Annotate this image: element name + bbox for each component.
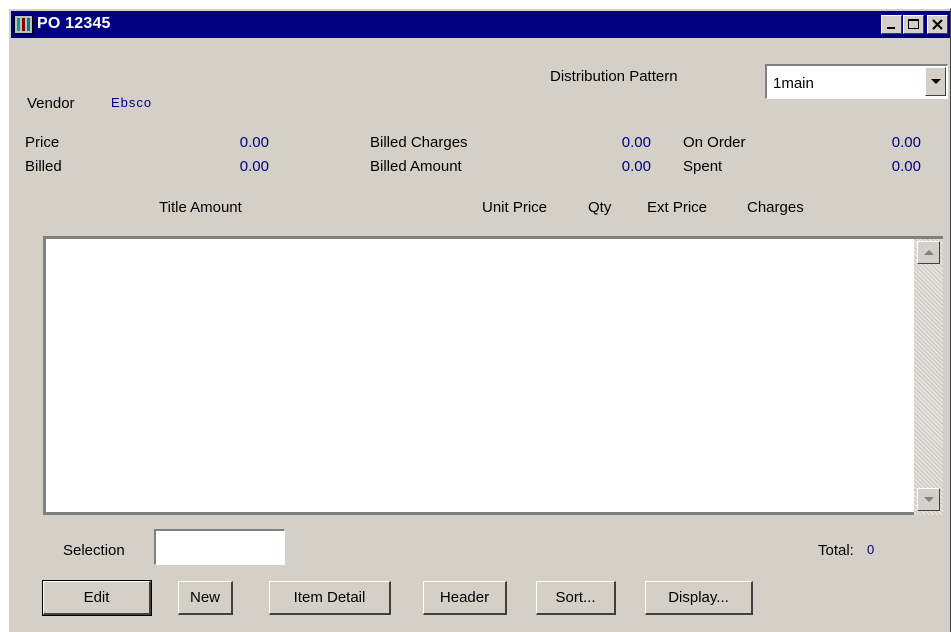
billed-amount-value: 0.00 <box>621 158 651 175</box>
billed-charges-label: Billed Charges <box>370 134 468 151</box>
billed-charges-value: 0.00 <box>621 134 651 151</box>
selection-label: Selection <box>63 542 125 559</box>
column-header-unit-price[interactable]: Unit Price <box>482 199 547 216</box>
po-window: PO 12345 Vendor Ebsco Distribution Patte… <box>8 8 951 632</box>
scroll-down-icon <box>924 497 934 502</box>
minimize-button[interactable] <box>881 15 902 34</box>
line-items-list[interactable] <box>43 236 943 515</box>
price-label: Price <box>25 134 60 151</box>
maximize-icon <box>908 19 919 29</box>
scroll-down-button[interactable] <box>917 488 940 511</box>
vendor-value: Ebsco <box>111 95 153 110</box>
vertical-scrollbar[interactable] <box>914 239 943 515</box>
total-value: 0 <box>867 542 875 557</box>
billed-value: 0.00 <box>239 158 269 175</box>
column-header-ext-price[interactable]: Ext Price <box>647 199 707 216</box>
distribution-pattern-select[interactable]: 1main <box>765 64 948 99</box>
window-title: PO 12345 <box>37 15 111 32</box>
spent-label: Spent <box>683 158 723 175</box>
sort-button[interactable]: Sort... <box>536 581 616 615</box>
billed-amount-label: Billed Amount <box>370 158 462 175</box>
column-header-charges[interactable]: Charges <box>747 199 804 216</box>
close-icon <box>932 19 943 30</box>
total-label: Total: <box>818 542 854 559</box>
display-button[interactable]: Display... <box>645 581 753 615</box>
maximize-button[interactable] <box>903 15 924 34</box>
app-icon <box>14 15 33 34</box>
price-value: 0.00 <box>239 134 269 151</box>
header-button[interactable]: Header <box>423 581 507 615</box>
selection-input[interactable] <box>154 529 285 565</box>
scroll-up-icon <box>924 250 934 255</box>
column-header-title-amount[interactable]: Title Amount <box>159 199 242 216</box>
scroll-up-button[interactable] <box>917 241 940 264</box>
distribution-pattern-value: 1main <box>773 75 814 92</box>
column-header-qty[interactable]: Qty <box>588 199 611 216</box>
vendor-label: Vendor <box>27 95 75 112</box>
on-order-label: On Order <box>683 134 746 151</box>
spent-value: 0.00 <box>891 158 921 175</box>
new-button[interactable]: New <box>178 581 233 615</box>
list-content[interactable] <box>46 239 914 512</box>
distribution-pattern-label: Distribution Pattern <box>550 68 678 85</box>
item-detail-button[interactable]: Item Detail <box>269 581 391 615</box>
on-order-value: 0.00 <box>891 134 921 151</box>
dropdown-button[interactable] <box>925 67 946 96</box>
minimize-icon <box>887 27 895 29</box>
edit-button[interactable]: Edit <box>42 580 152 616</box>
close-button[interactable] <box>927 15 948 34</box>
billed-label: Billed <box>25 158 62 175</box>
chevron-down-icon <box>931 79 941 84</box>
title-bar[interactable]: PO 12345 <box>11 11 950 38</box>
